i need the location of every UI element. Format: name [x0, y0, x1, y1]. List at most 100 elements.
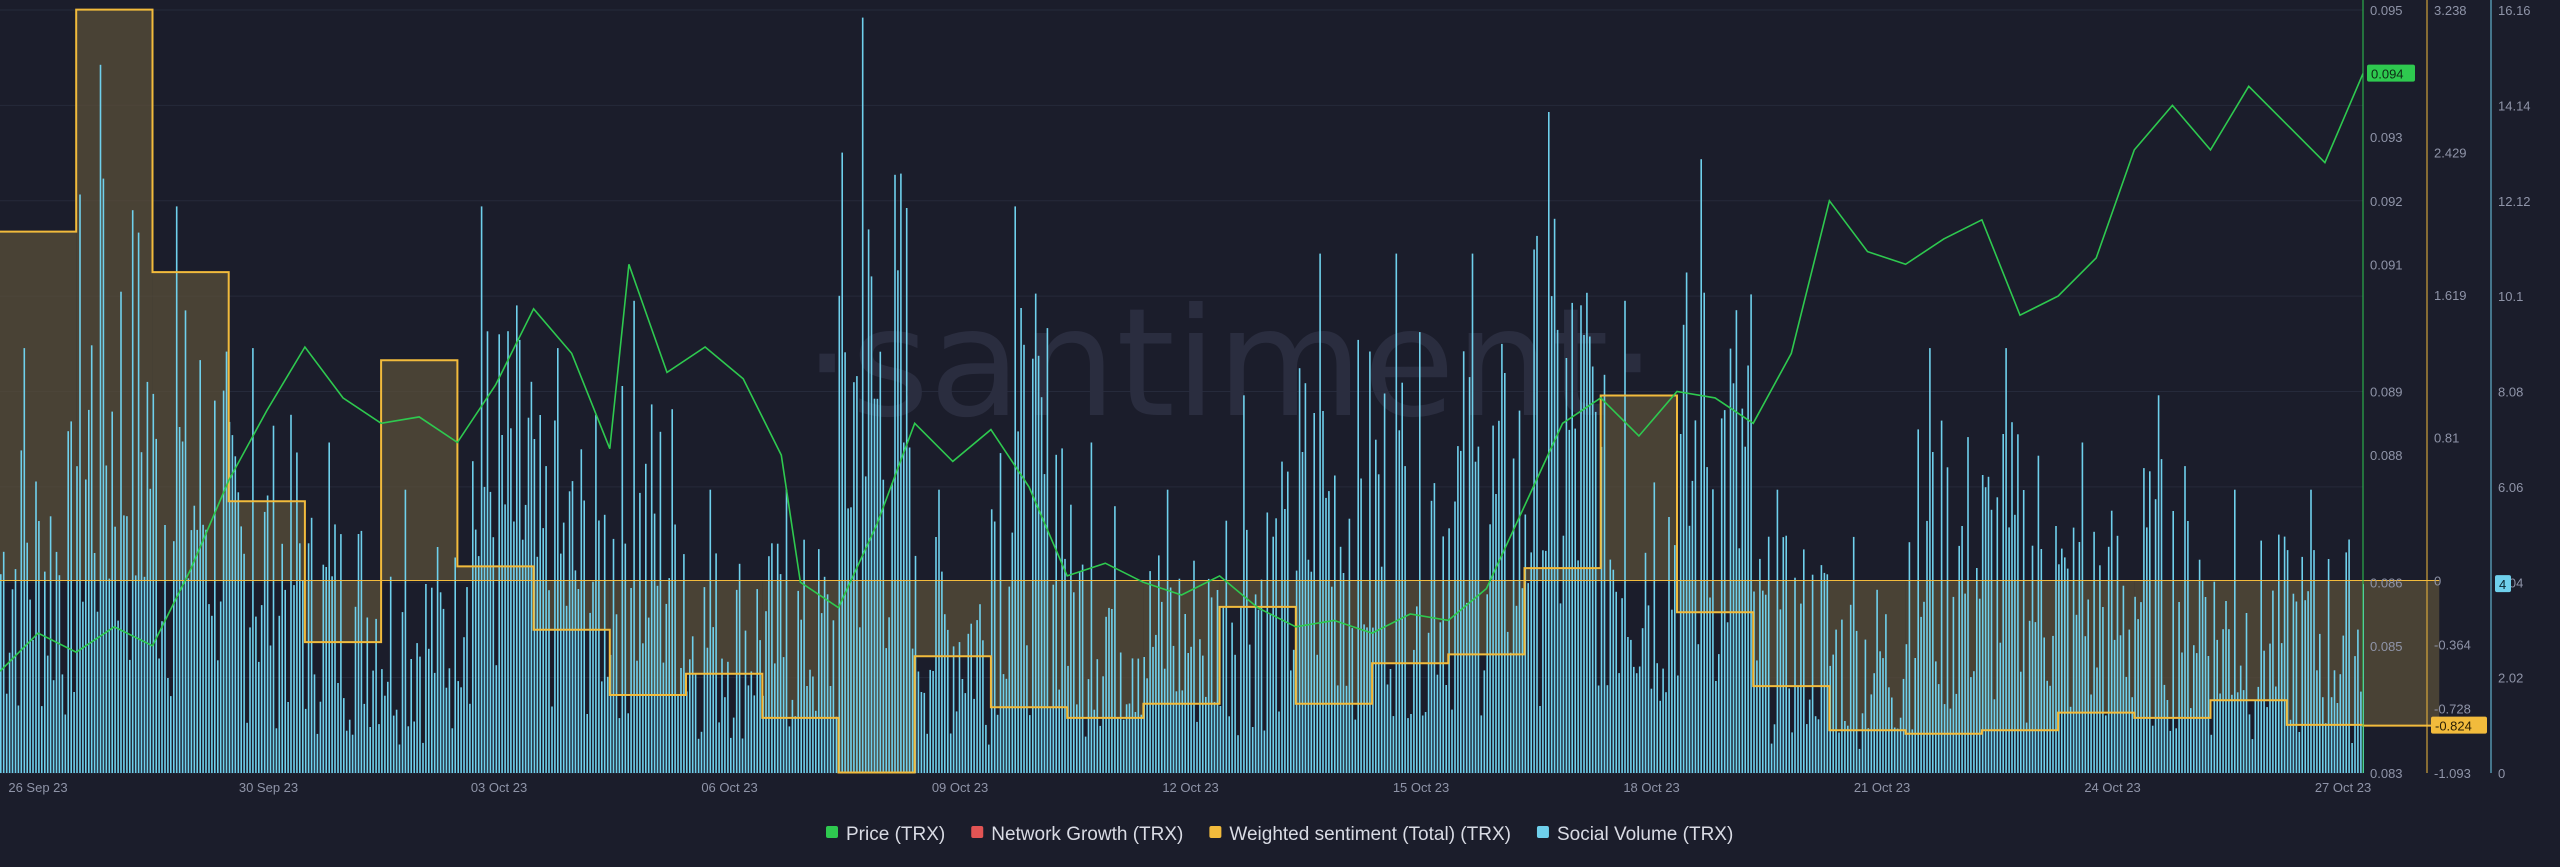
- social-volume-bar: [357, 534, 360, 773]
- social-volume-bar: [2219, 693, 2221, 773]
- social-volume-bar: [272, 425, 275, 773]
- social-volume-bar: [2242, 690, 2245, 773]
- social_volume-tick-label: 16.16: [2498, 3, 2531, 18]
- social-volume-bar: [131, 210, 134, 773]
- price-tick-label: 0.093: [2370, 130, 2403, 145]
- legend-label[interactable]: Network Growth (TRX): [991, 824, 1183, 845]
- social-volume-bar: [222, 390, 225, 773]
- social-volume-bar: [603, 514, 606, 773]
- social-volume-bar: [1301, 452, 1304, 773]
- legend-label[interactable]: Social Volume (TRX): [1557, 824, 1733, 845]
- social-volume-bar: [624, 543, 627, 773]
- social-volume-bar: [1424, 712, 1427, 773]
- social-volume-bar: [2251, 739, 2254, 773]
- social-volume-bar: [1800, 603, 1802, 773]
- social-volume-bar: [2090, 694, 2092, 773]
- social-volume-bar: [1803, 549, 1805, 773]
- social-volume-bar: [1902, 678, 1905, 773]
- social-volume-bar: [706, 647, 709, 773]
- social-volume-bar: [263, 511, 266, 773]
- social-volume-bar: [32, 639, 34, 773]
- social-volume-bar: [64, 714, 67, 773]
- social-volume-bar: [1844, 721, 1846, 773]
- social-volume-bar: [727, 661, 729, 773]
- social-volume-bar: [1926, 520, 1928, 773]
- social-volume-bar: [1647, 605, 1650, 773]
- social-volume-bar: [768, 556, 770, 773]
- social-volume-bar: [38, 521, 40, 773]
- social-volume-bar: [1712, 489, 1714, 773]
- social_volume-tick-label: 14.14: [2498, 98, 2531, 113]
- social-volume-bar: [1029, 715, 1031, 773]
- social-volume-bar: [114, 526, 116, 773]
- social-volume-bar: [2014, 514, 2016, 773]
- social-volume-bar: [1190, 646, 1192, 773]
- social-volume-bar: [41, 706, 43, 773]
- social-volume-bar: [2093, 531, 2095, 773]
- price-tick-label: 0.091: [2370, 257, 2403, 272]
- social-volume-bar: [126, 516, 128, 773]
- social-volume-bar: [2020, 671, 2022, 773]
- social-volume-bar: [0, 574, 2, 773]
- social-volume-bar: [1454, 501, 1456, 773]
- social-volume-bar: [1633, 666, 1635, 773]
- social-volume-bar: [1911, 729, 1914, 773]
- social-volume-bar: [8, 652, 11, 773]
- social-volume-bar: [466, 587, 468, 773]
- legend-swatch: [826, 826, 838, 838]
- social-volume-bar: [2143, 468, 2145, 773]
- social-volume-bar: [2084, 636, 2087, 773]
- social-volume-bar: [1251, 727, 1254, 773]
- social-volume-bar: [1102, 676, 1104, 773]
- social-volume-bar: [2280, 643, 2283, 773]
- social-volume-bar: [1935, 661, 1937, 773]
- social-volume-bar: [958, 642, 961, 773]
- social-volume-bar: [1641, 628, 1644, 773]
- social-volume-bar: [1949, 708, 1952, 773]
- social-volume-bar: [1662, 668, 1664, 773]
- social-volume-bar: [173, 541, 175, 773]
- social-volume-bar: [791, 699, 794, 773]
- social-volume-bar: [1037, 355, 1040, 773]
- social-volume-bar: [1342, 573, 1345, 773]
- social-volume-bar: [328, 442, 330, 773]
- social-volume-bar: [2213, 581, 2216, 773]
- social-volume-bar: [618, 718, 621, 773]
- social-volume-bar: [2210, 734, 2213, 773]
- social-volume-bar: [562, 522, 565, 773]
- social-volume-bar: [689, 659, 691, 773]
- price-tick-label: 0.086: [2370, 575, 2403, 590]
- social-volume-bar: [1043, 474, 1046, 773]
- social-volume-bar: [1729, 348, 1732, 773]
- social-volume-bar: [325, 567, 327, 773]
- sentiment-area: [381, 360, 458, 581]
- social-volume-bar: [1847, 725, 1849, 773]
- social-volume-bar: [1864, 639, 1867, 773]
- social-volume-bar: [908, 447, 911, 773]
- social-volume-bar: [178, 427, 181, 773]
- social-volume-bar: [1122, 719, 1125, 773]
- social-volume-bar: [1480, 715, 1483, 773]
- social-volume-bar: [1073, 592, 1075, 773]
- social-volume-bar: [1178, 578, 1181, 773]
- social-volume-bar: [1369, 351, 1371, 773]
- legend-label[interactable]: Weighted sentiment (Total) (TRX): [1229, 824, 1511, 845]
- social-volume-bar: [1257, 609, 1260, 773]
- social-volume-bar: [545, 466, 547, 773]
- social-volume-bar: [146, 381, 149, 773]
- social-volume-bar: [1694, 420, 1697, 773]
- legend-label[interactable]: Price (TRX): [846, 824, 945, 845]
- social-volume-bar: [1498, 420, 1500, 773]
- social-volume-bar: [281, 543, 283, 773]
- social-volume-bar: [518, 339, 521, 773]
- social-volume-bar: [2269, 643, 2271, 773]
- social-volume-bar: [1351, 628, 1354, 773]
- social-volume-bar: [1026, 645, 1028, 773]
- social-volume-bar: [2134, 596, 2136, 773]
- social-volume-bar: [348, 719, 351, 773]
- social-volume-bar: [1896, 728, 1899, 773]
- social-volume-bar: [876, 398, 879, 773]
- social-volume-bar: [1876, 589, 1878, 773]
- social-volume-bar: [477, 556, 480, 773]
- social-volume-bar: [1638, 666, 1641, 773]
